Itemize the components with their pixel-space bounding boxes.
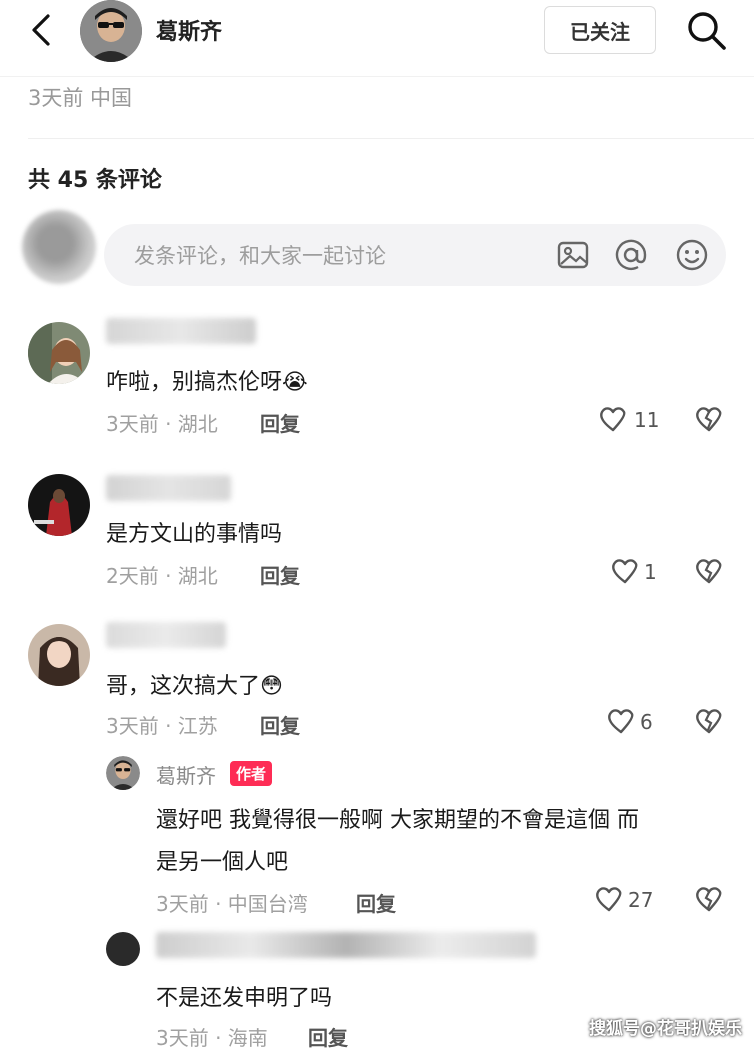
author-name[interactable]: 葛斯齐 bbox=[156, 14, 222, 46]
comment-input-placeholder: 发条评论，和大家一起讨论 bbox=[134, 244, 386, 268]
reply-button[interactable]: 回复 bbox=[260, 560, 300, 589]
like-count: 1 bbox=[644, 560, 657, 584]
dislike-button[interactable] bbox=[694, 404, 724, 438]
reply-button[interactable]: 回复 bbox=[308, 1022, 348, 1051]
reply-button[interactable]: 回复 bbox=[260, 408, 300, 437]
like-button[interactable] bbox=[598, 404, 628, 434]
emoji-icon[interactable] bbox=[675, 238, 709, 272]
at-icon[interactable] bbox=[614, 238, 648, 272]
replier-name-redacted bbox=[156, 932, 536, 958]
comment-meta: 3天前 · 湖北 bbox=[106, 412, 218, 436]
comment-text: 咋啦，别搞杰伦呀😭 bbox=[106, 370, 308, 395]
follow-button[interactable]: 已关注 bbox=[544, 6, 656, 54]
watermark: 搜狐号@花哥扒娱乐 bbox=[589, 1019, 742, 1039]
replier-avatar[interactable] bbox=[106, 932, 140, 966]
broken-heart-icon bbox=[696, 559, 722, 584]
commenter-name-redacted bbox=[106, 622, 226, 648]
comment-meta: 2天前 · 湖北 bbox=[106, 564, 218, 588]
reply-button[interactable]: 回复 bbox=[260, 710, 300, 739]
search-icon bbox=[688, 12, 726, 50]
commenter-avatar[interactable] bbox=[28, 474, 90, 536]
crying-emoji: 😭 bbox=[282, 370, 308, 395]
like-count: 27 bbox=[628, 888, 654, 912]
like-button[interactable] bbox=[606, 706, 636, 740]
comment-meta: 3天前 · 江苏 bbox=[106, 714, 218, 738]
heart-icon bbox=[596, 887, 622, 912]
search-button[interactable] bbox=[684, 8, 728, 52]
author-reply-avatar[interactable] bbox=[106, 756, 140, 790]
reply-meta: 3天前 · 海南 bbox=[156, 1026, 268, 1050]
reply-author-name[interactable]: 葛斯齐 bbox=[156, 760, 216, 789]
back-button[interactable] bbox=[22, 10, 62, 50]
flushed-emoji: 😳 bbox=[260, 674, 283, 699]
image-icon[interactable] bbox=[556, 238, 590, 272]
my-avatar bbox=[22, 210, 96, 284]
author-avatar[interactable] bbox=[80, 0, 142, 62]
broken-heart-icon bbox=[696, 709, 722, 734]
reply-button[interactable]: 回复 bbox=[356, 888, 396, 917]
author-badge: 作者 bbox=[230, 761, 273, 786]
commenter-name-redacted bbox=[106, 318, 256, 344]
reply-text-line2: 是另一個人吧 bbox=[156, 850, 289, 875]
commenter-avatar[interactable] bbox=[28, 322, 90, 384]
broken-heart-icon bbox=[696, 887, 722, 912]
commenter-avatar[interactable] bbox=[28, 624, 90, 686]
heart-icon bbox=[600, 407, 626, 432]
post-meta: 3天前 中国 bbox=[28, 86, 133, 110]
comments-count: 共 45 条评论 bbox=[28, 168, 162, 193]
like-button[interactable] bbox=[594, 884, 624, 918]
heart-icon bbox=[608, 709, 634, 734]
comment-text: 是方文山的事情吗 bbox=[106, 522, 283, 547]
commenter-name-redacted bbox=[106, 475, 231, 501]
heart-icon bbox=[612, 559, 638, 584]
dislike-button[interactable] bbox=[694, 556, 724, 590]
like-count: 11 bbox=[634, 408, 660, 432]
reply-meta: 3天前 · 中国台湾 bbox=[156, 892, 308, 916]
chevron-left-icon bbox=[32, 14, 50, 46]
comment-text: 哥，这次搞大了😳 bbox=[106, 674, 283, 699]
reply-text-line1: 還好吧 我覺得很一般啊 大家期望的不會是這個 而 bbox=[156, 808, 639, 833]
like-count: 6 bbox=[640, 710, 653, 734]
dislike-button[interactable] bbox=[694, 884, 724, 918]
divider bbox=[28, 138, 754, 139]
reply-text: 不是还发申明了吗 bbox=[156, 986, 333, 1011]
like-button[interactable] bbox=[610, 556, 640, 590]
dislike-button[interactable] bbox=[694, 706, 724, 740]
broken-heart-icon bbox=[696, 407, 722, 432]
